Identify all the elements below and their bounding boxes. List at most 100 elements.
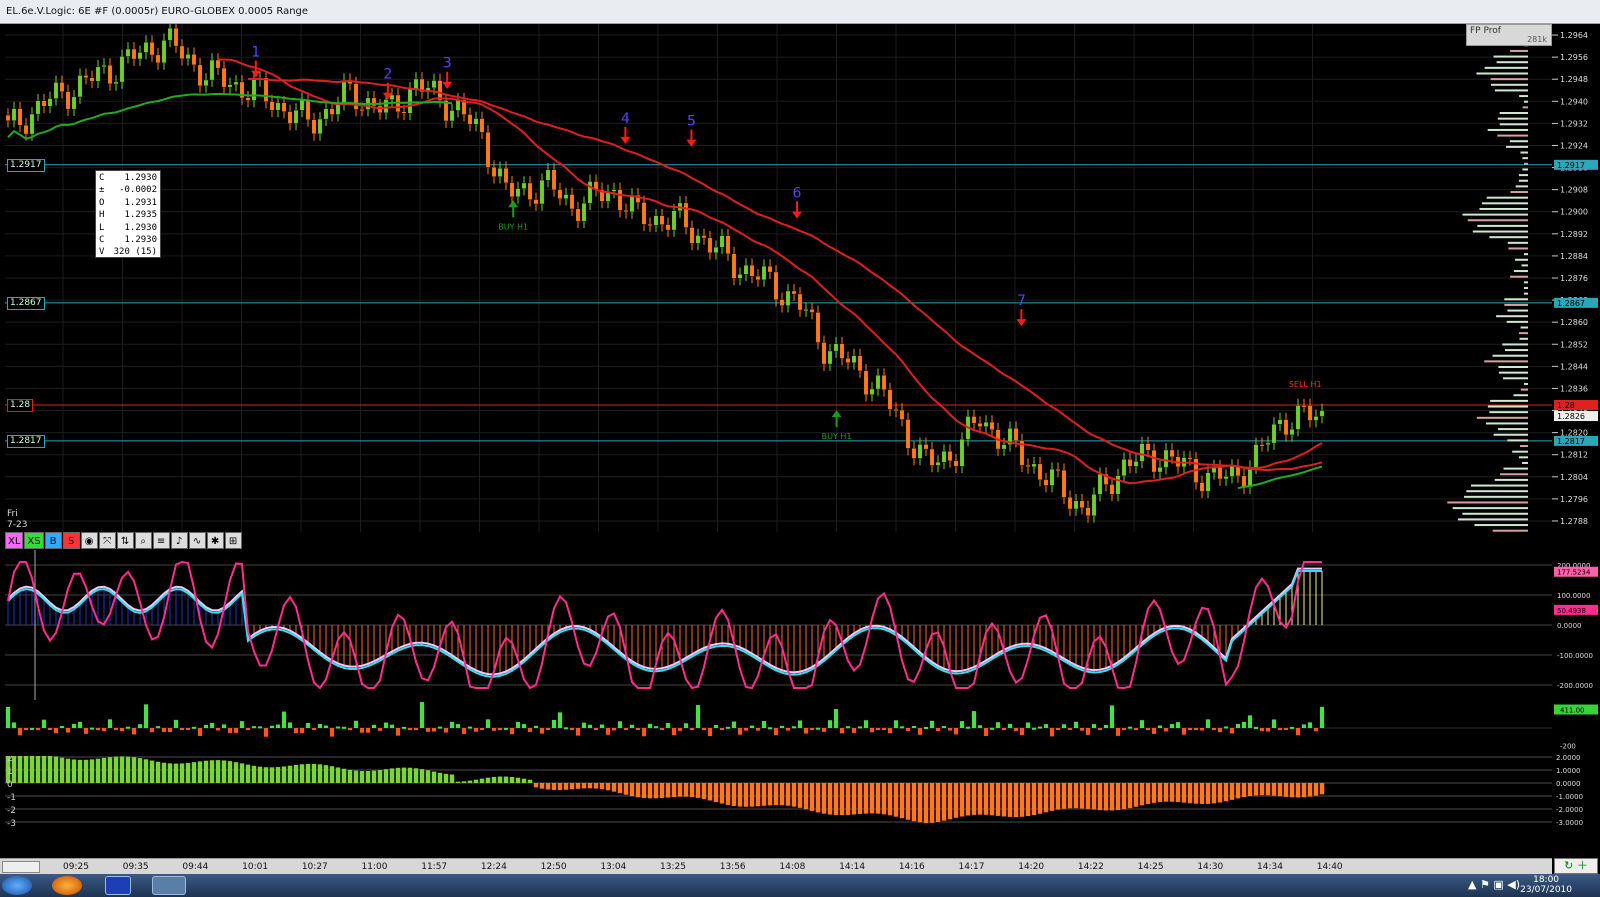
volume-bar xyxy=(41,719,47,728)
candle-body xyxy=(881,375,887,390)
time-axis[interactable]: 09:25 09:35 09:44 10:01 10:27 11:00 11:57 12:24… xyxy=(0,858,1552,874)
price-level-text: 1.28 xyxy=(1557,401,1575,410)
candle-body xyxy=(539,180,545,205)
profile-bar xyxy=(1515,185,1528,188)
candle-body xyxy=(263,77,269,102)
firefox-icon[interactable] xyxy=(52,876,82,895)
profile-bar xyxy=(1518,174,1528,177)
price-axis[interactable]: 1.2964 1.2956 1.2948 1.2940 1.2932 1.2924 1.29… xyxy=(1552,24,1600,874)
zoom-icon[interactable]: ⌕ xyxy=(134,532,152,549)
info-row: O 1.2931 xyxy=(99,197,157,209)
level-label[interactable]: 1.2917 xyxy=(7,158,45,172)
list-icon[interactable]: ≡ xyxy=(152,532,170,549)
xl-button[interactable]: XL xyxy=(5,532,24,549)
price-tick-label: 1.2836 xyxy=(1560,384,1588,393)
candle-body xyxy=(749,265,755,277)
candle-body xyxy=(119,56,125,83)
corner-buttons[interactable]: ↻ ＋ xyxy=(1554,858,1598,874)
candle-body xyxy=(1247,466,1253,488)
volume-bar xyxy=(887,728,893,734)
candle-body xyxy=(893,409,899,411)
candle-body xyxy=(563,194,569,199)
candle-body xyxy=(173,28,179,47)
candle-body xyxy=(1091,494,1097,516)
ohlc-info-box: C 1.2930 ± -0.0002 O 1.2931 H 1.2935 L 1.2930 C 1.2… xyxy=(95,170,161,258)
arrow-number: 4 xyxy=(621,111,630,127)
settings-icon[interactable]: ◉ xyxy=(80,532,98,549)
candle-body xyxy=(545,169,551,181)
volume-bar xyxy=(743,728,749,731)
profile-bar xyxy=(1519,95,1528,98)
profile-bar xyxy=(1507,439,1528,442)
price-chart[interactable]: 1 2 3 4 5 6 7 BUY H1 BUY H1 SELL H1 xyxy=(5,24,1552,532)
volume-bar xyxy=(473,728,479,732)
sell-arrow-head xyxy=(792,211,802,219)
volume-bar xyxy=(881,728,887,730)
level-label[interactable]: 1.2817 xyxy=(7,434,45,448)
candle-body xyxy=(695,235,701,244)
scroll-thumb[interactable] xyxy=(2,861,40,873)
app-icon[interactable] xyxy=(105,876,131,895)
candle-body xyxy=(473,118,479,125)
hist-tick-label: -1.0000 xyxy=(1556,793,1583,801)
alert-bell-icon[interactable]: ♪ xyxy=(170,532,188,549)
candle-body xyxy=(905,419,911,449)
volume-bar xyxy=(5,706,11,728)
fp-profile-title: FP Prof xyxy=(1470,26,1501,36)
volume-bar xyxy=(1295,728,1301,736)
volume-bar xyxy=(467,726,473,729)
info-key: O xyxy=(99,197,105,208)
volume-bar xyxy=(221,724,227,728)
volume-bar xyxy=(875,728,881,730)
level-label[interactable]: 1.2867 xyxy=(7,296,45,310)
level-label[interactable]: 1.28 xyxy=(7,399,34,412)
volume-bar xyxy=(1277,728,1283,730)
volume-bar xyxy=(1235,723,1241,728)
sell-button[interactable]: S xyxy=(62,532,80,549)
candle-body xyxy=(65,91,71,110)
volume-bar xyxy=(713,724,719,728)
profile-bar xyxy=(1474,524,1528,527)
candle-body xyxy=(557,189,563,199)
candle-body xyxy=(167,28,173,41)
volume-bar xyxy=(347,728,353,730)
start-button[interactable] xyxy=(2,876,32,895)
profile-bar xyxy=(1498,371,1528,374)
fp-profile-box[interactable]: FP Prof 281k xyxy=(1466,24,1552,46)
xs-button[interactable]: XS xyxy=(24,532,44,549)
tray-icons[interactable]: ▲ ⚑ ▣ ◀) xyxy=(1468,878,1520,891)
chart-wave-icon[interactable]: ∿ xyxy=(188,532,206,549)
candle-body xyxy=(1037,463,1043,480)
grid-icon[interactable]: ⊞ xyxy=(224,532,242,549)
info-row: C 1.2930 xyxy=(99,234,157,246)
scale-icon[interactable]: ⇅ xyxy=(116,532,134,549)
profile-bar xyxy=(1504,303,1528,306)
volume-bar xyxy=(695,705,701,728)
time-tick-label: 13:56 xyxy=(719,862,746,872)
buy-button[interactable]: B xyxy=(44,532,62,549)
candle-body xyxy=(641,202,647,225)
volume-bar xyxy=(857,726,863,729)
candle-body xyxy=(161,40,167,63)
volume-bar xyxy=(1127,726,1133,729)
profile-bar xyxy=(1500,473,1528,476)
volume-bar xyxy=(1007,723,1013,728)
volume-bar xyxy=(869,728,875,733)
draw-icon[interactable]: ⤧ xyxy=(98,532,116,549)
histogram-pane[interactable]: 3210-1-2-3 xyxy=(5,756,1552,856)
clock[interactable]: 18:00 23/07/2010 xyxy=(1520,875,1572,895)
window-switch-icon[interactable] xyxy=(152,876,186,895)
star-icon[interactable]: ✱ xyxy=(206,532,224,549)
volume-bar xyxy=(965,726,971,729)
oscillator-pane[interactable] xyxy=(5,550,1552,700)
volume-pane[interactable] xyxy=(5,702,1552,754)
volume-bar xyxy=(101,728,107,732)
candle-body xyxy=(1283,419,1289,436)
volume-bar xyxy=(65,728,71,733)
volume-bar xyxy=(449,721,455,728)
time-tick-label: 14:16 xyxy=(898,862,925,872)
price-tick-label: 1.2956 xyxy=(1560,53,1588,62)
price-tick-label: 1.2852 xyxy=(1560,340,1588,349)
time-tick-label: 14:20 xyxy=(1018,862,1045,872)
candle-body xyxy=(29,113,35,135)
